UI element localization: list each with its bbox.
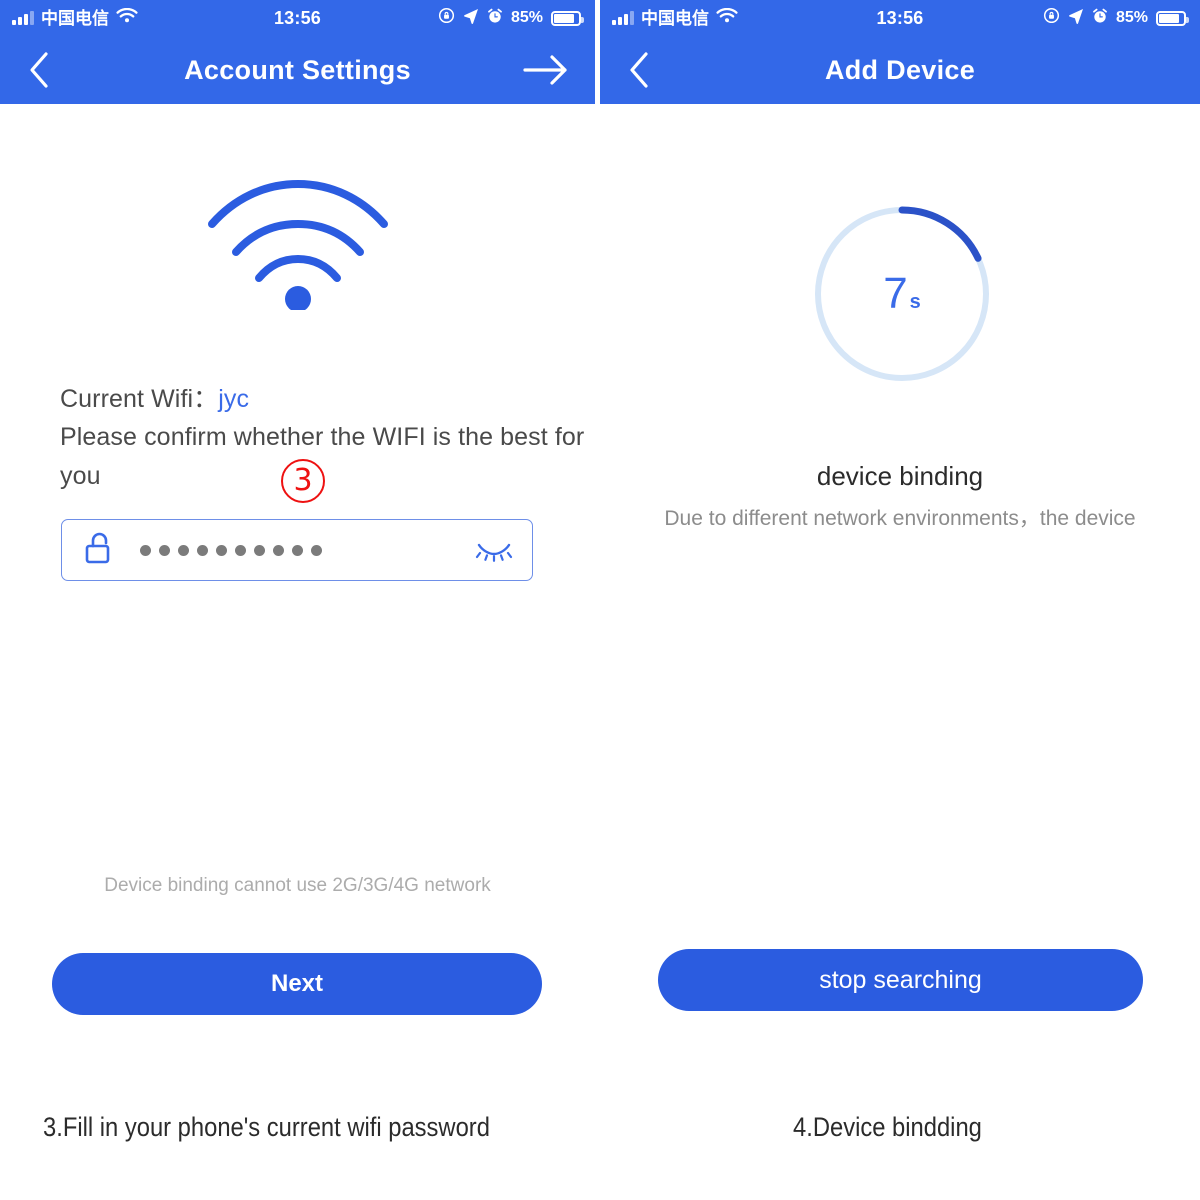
rotation-lock-icon [438, 7, 455, 29]
next-button[interactable]: Next [52, 953, 542, 1015]
screen-body-right: 7s 4 device binding Due to different net… [600, 104, 1200, 1075]
current-wifi-ssid: jyc [218, 385, 250, 413]
page-title: Add Device [824, 54, 976, 85]
countdown-value: 7 [883, 269, 908, 318]
back-button[interactable] [26, 50, 52, 90]
binding-title: device binding [816, 461, 984, 491]
status-bar-left: 中国电信 13:56 85% [0, 0, 595, 36]
caption-step-4: 4.Device bindding [793, 1112, 982, 1142]
status-bar-right-group: 85% [438, 7, 584, 29]
unlock-icon [84, 531, 114, 570]
phone-screen-add-device: 中国电信 13:56 85% Add Device 7 s device bin… [600, 0, 1200, 1075]
stop-searching-button[interactable]: stop searching [658, 949, 1143, 1011]
nav-bar-right: Add Device [600, 36, 1200, 104]
location-arrow-icon [1068, 8, 1084, 29]
password-masked-value [140, 544, 322, 556]
battery-icon [1156, 10, 1189, 26]
step-marker-3: 3 [281, 459, 325, 503]
caption-step-3: 3.Fill in your phone's current wifi pass… [43, 1112, 490, 1142]
alarm-clock-icon [1092, 8, 1108, 29]
eye-closed-icon[interactable] [474, 537, 514, 563]
wifi-confirm-text: Please confirm whether the WIFI is the b… [60, 423, 585, 490]
current-wifi-label: Current Wifi： [60, 385, 219, 413]
countdown-timer: 7s [812, 204, 992, 384]
current-wifi-row: Current Wifi：jyc [60, 379, 249, 415]
battery-icon [551, 10, 584, 26]
back-button[interactable] [626, 50, 652, 90]
binding-subtitle: Due to different network environments，th… [664, 507, 1136, 530]
network-hint: Device binding cannot use 2G/3G/4G netwo… [104, 875, 491, 896]
wifi-signal-icon [206, 160, 390, 315]
countdown-value-row: 7s [812, 272, 992, 316]
battery-percent-label: 85% [1115, 9, 1148, 26]
screenshot-stage: 中国电信 13:56 85% Account Settings Current … [0, 0, 1200, 1200]
battery-percent-label: 85% [510, 9, 543, 26]
forward-button[interactable] [523, 54, 569, 86]
phone-screen-account-settings: 中国电信 13:56 85% Account Settings Current … [0, 0, 595, 1075]
nav-bar-left: Account Settings [0, 36, 595, 104]
location-arrow-icon [463, 8, 479, 29]
password-input[interactable] [61, 519, 533, 581]
countdown-unit: s [909, 291, 921, 313]
rotation-lock-icon [1043, 7, 1060, 29]
page-title: Account Settings [184, 54, 411, 85]
status-bar-right-group-2: 85% [1043, 7, 1189, 29]
alarm-clock-icon [487, 8, 503, 29]
status-bar-right: 中国电信 13:56 85% [600, 0, 1200, 36]
screen-body-left: Current Wifi：jyc Please confirm whether … [0, 104, 595, 1075]
